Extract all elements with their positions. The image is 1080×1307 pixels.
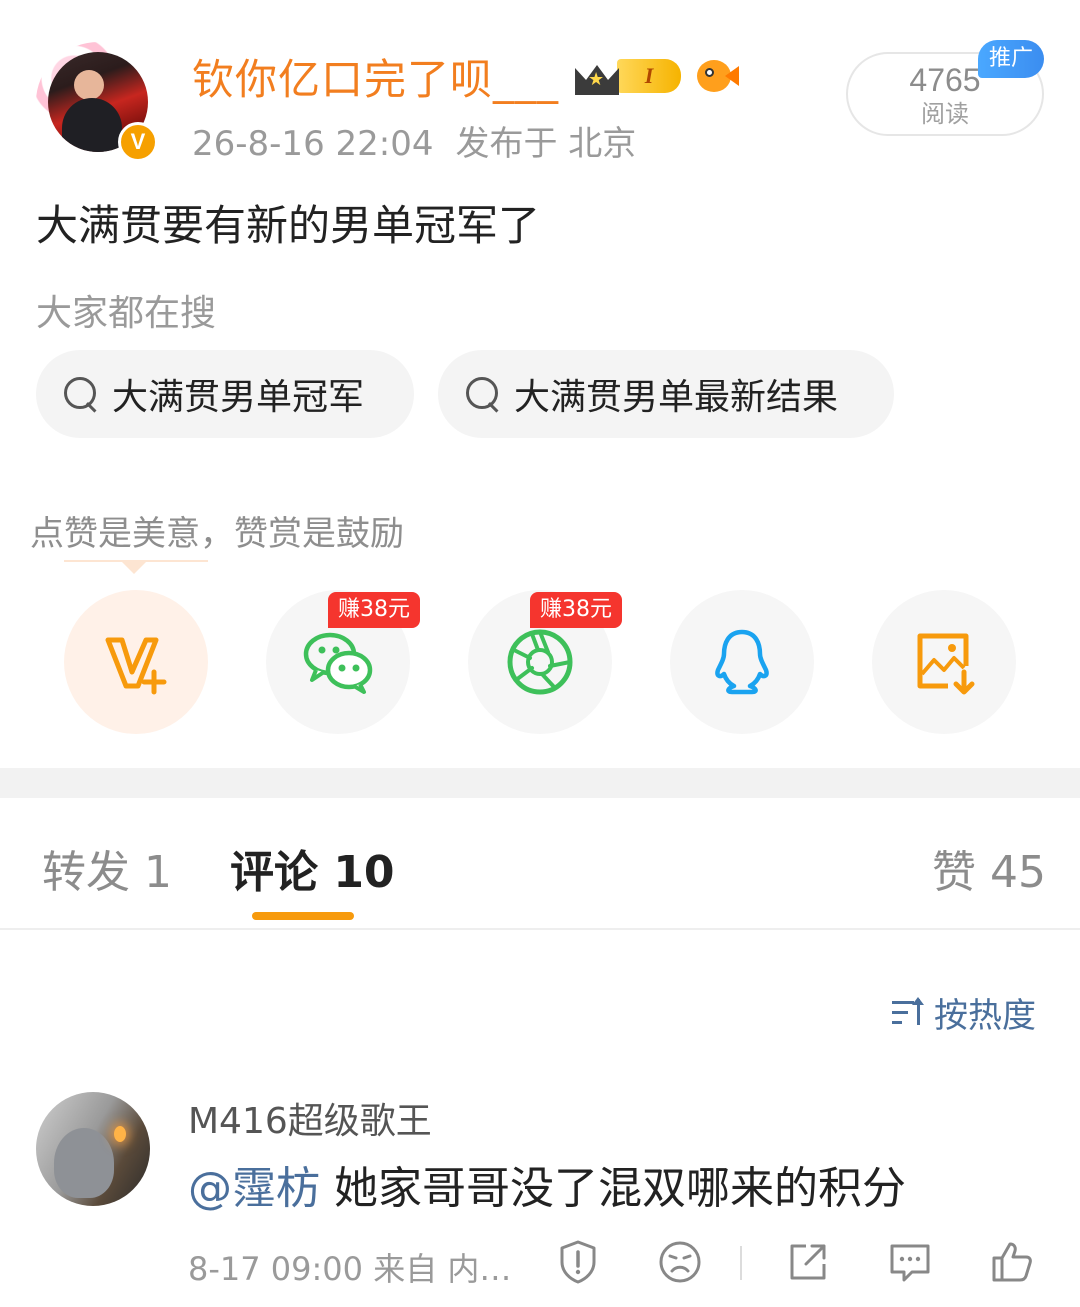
- reward-hint: 点赞是美意，赞赏是鼓励: [30, 514, 404, 554]
- qq-icon: [715, 629, 769, 695]
- reward-button[interactable]: [64, 590, 208, 734]
- dislike-button[interactable]: [656, 1238, 704, 1286]
- post-location: 发布于 北京: [455, 124, 637, 164]
- tabs-divider: [0, 928, 1080, 930]
- username-row: 钦你亿口完了呗___ I: [192, 46, 739, 106]
- like-icon: [992, 1242, 1032, 1282]
- tab-comments[interactable]: 评论 10: [230, 836, 395, 900]
- actions-divider: [740, 1246, 742, 1280]
- earn-tag: 赚38元: [328, 592, 420, 628]
- wechat-icon: [303, 632, 373, 694]
- member-level-badge[interactable]: I: [573, 54, 682, 98]
- fish-badge-icon[interactable]: [695, 56, 739, 96]
- commenter-avatar[interactable]: [36, 1092, 150, 1206]
- dislike-icon: [659, 1241, 701, 1283]
- post-header: V 钦你亿口完了呗___ I 26-8-16 22:04发布于 北京 4765 …: [0, 0, 1080, 180]
- sort-icon: [892, 997, 926, 1027]
- like-comment-button[interactable]: [988, 1238, 1036, 1286]
- sort-label: 按热度: [934, 995, 1036, 1036]
- post-text: 大满贯要有新的男单冠军了: [36, 201, 541, 250]
- search-chip-label: 大满贯男单最新结果: [514, 377, 839, 418]
- reward-icon: [105, 637, 167, 695]
- post-meta: 26-8-16 22:04 发布于 北京: [192, 116, 636, 165]
- save-image-icon: [917, 633, 975, 695]
- commenter-name[interactable]: M416超级歌王: [188, 1092, 432, 1144]
- comment-text: @霪枋 她家哥哥没了混双哪来的积分: [188, 1152, 906, 1216]
- search-icon: [62, 375, 100, 413]
- comment-meta: 8-17 09:00 来自 内…: [188, 1250, 512, 1288]
- comment-icon: [890, 1244, 930, 1282]
- author-avatar[interactable]: V: [36, 42, 162, 162]
- level-tag: I: [617, 59, 682, 93]
- save-image-button[interactable]: [872, 590, 1016, 734]
- active-tab-indicator: [252, 912, 354, 920]
- share-qq-button[interactable]: [670, 590, 814, 734]
- author-name[interactable]: 钦你亿口完了呗___: [192, 46, 559, 107]
- reply-comment-button[interactable]: [886, 1238, 934, 1286]
- earn-tag: 赚38元: [530, 592, 622, 628]
- search-chip[interactable]: 大满贯男单冠军: [36, 350, 414, 438]
- post-time: 26-8-16 22:04: [192, 124, 434, 164]
- trending-search-title: 大家都在搜: [36, 293, 217, 334]
- crown-icon: [573, 55, 621, 97]
- reads-label: 阅读: [921, 100, 969, 128]
- search-chip[interactable]: 大满贯男单最新结果: [438, 350, 894, 438]
- report-button[interactable]: [554, 1238, 602, 1286]
- search-chip-label: 大满贯男单冠军: [112, 377, 365, 418]
- tab-reposts[interactable]: 转发 1: [42, 836, 172, 900]
- comment-mention-link[interactable]: @霪枋: [188, 1163, 320, 1214]
- comment-body: 她家哥哥没了混双哪来的积分: [320, 1163, 906, 1214]
- section-divider: [0, 768, 1080, 798]
- verified-badge-icon: V: [118, 122, 158, 162]
- tab-likes[interactable]: 赞 45: [932, 836, 1046, 900]
- search-icon: [464, 375, 502, 413]
- promote-badge[interactable]: 推广: [978, 40, 1044, 78]
- moments-icon: [507, 629, 573, 695]
- report-icon: [560, 1240, 596, 1284]
- share-icon: [790, 1244, 826, 1280]
- share-comment-button[interactable]: [784, 1238, 832, 1286]
- reward-hint-pointer: [122, 562, 146, 574]
- sort-by-hot-button[interactable]: 按热度: [892, 990, 1036, 1036]
